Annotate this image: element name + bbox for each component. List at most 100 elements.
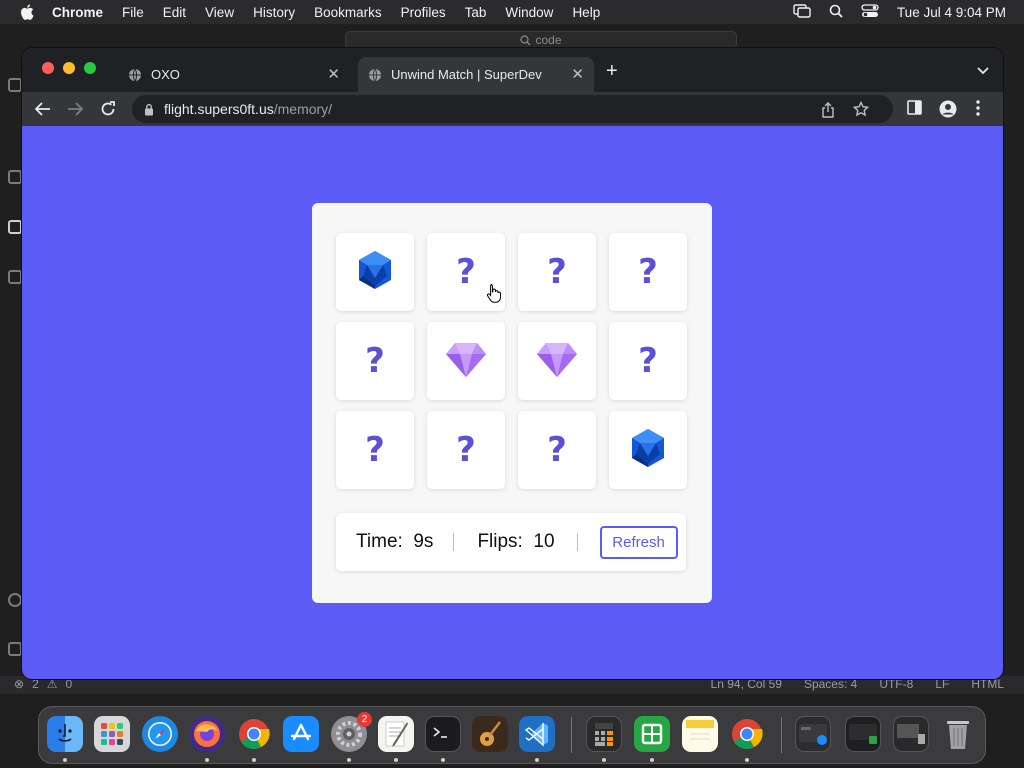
- memory-card[interactable]: ?: [518, 233, 596, 311]
- warning-count[interactable]: 0: [66, 677, 73, 691]
- card-hidden-question-mark: ?: [456, 430, 476, 470]
- calculator-window-thumbnail-icon[interactable]: [893, 716, 929, 752]
- memory-card[interactable]: [518, 322, 596, 400]
- address-bar[interactable]: flight.supers0ft.us/memory/: [132, 95, 893, 123]
- terminal-icon[interactable]: [425, 716, 461, 752]
- forward-arrow-icon[interactable]: [66, 100, 84, 118]
- launchpad-icon[interactable]: [94, 716, 130, 752]
- tab-oxo[interactable]: OXO ✕: [118, 57, 350, 92]
- warning-icon[interactable]: ⚠: [47, 677, 58, 691]
- calculator-icon[interactable]: [586, 716, 622, 752]
- firefox-icon[interactable]: [189, 716, 225, 752]
- status-language[interactable]: HTML: [971, 677, 1004, 691]
- lock-icon[interactable]: [144, 103, 154, 116]
- browser-toolbar: flight.supers0ft.us/memory/: [22, 92, 1003, 126]
- numbers-window-thumbnail-icon[interactable]: [845, 716, 881, 752]
- running-indicator: [602, 758, 606, 762]
- extensions-icon[interactable]: [8, 270, 22, 284]
- bookmark-star-icon[interactable]: [852, 100, 870, 120]
- card-hidden-question-mark: ?: [547, 252, 567, 292]
- garageband-guitar-icon[interactable]: [472, 716, 508, 752]
- tab-unwind-match[interactable]: Unwind Match | SuperDev ✕: [358, 57, 594, 92]
- hand-cursor-icon: [486, 284, 501, 303]
- url-path: /memory/: [273, 101, 333, 117]
- dock-divider: [571, 717, 572, 753]
- purple-diamond-icon: [444, 339, 488, 384]
- flips-value: 10: [533, 531, 555, 552]
- menu-bookmarks[interactable]: Bookmarks: [314, 5, 382, 20]
- tab-search-chevron-icon[interactable]: [977, 62, 989, 80]
- dock-divider: [781, 717, 782, 753]
- memory-card[interactable]: ?: [609, 233, 687, 311]
- finder-icon[interactable]: [47, 716, 83, 752]
- debug-icon[interactable]: [8, 220, 22, 234]
- search-icon: [520, 34, 531, 45]
- minimize-window-button[interactable]: [63, 62, 75, 74]
- menu-profiles[interactable]: Profiles: [401, 5, 446, 20]
- errors-icon[interactable]: ⊗: [14, 677, 24, 691]
- explorer-icon[interactable]: [8, 78, 22, 92]
- apple-menu-icon[interactable]: [18, 0, 36, 24]
- new-tab-plus-icon[interactable]: +: [606, 60, 618, 83]
- menu-view[interactable]: View: [205, 5, 234, 20]
- close-tab-icon[interactable]: ✕: [327, 65, 340, 83]
- textedit-icon[interactable]: [378, 716, 414, 752]
- screen-mirroring-icon[interactable]: [793, 3, 811, 21]
- status-line-ending[interactable]: LF: [935, 677, 949, 691]
- manage-gear-icon[interactable]: [8, 642, 22, 656]
- source-control-icon[interactable]: [8, 170, 22, 184]
- reload-icon[interactable]: [99, 100, 117, 118]
- menu-clock[interactable]: Tue Jul 4 9:04 PM: [897, 5, 1006, 20]
- running-indicator: [347, 758, 351, 762]
- chrome-icon[interactable]: [236, 716, 272, 752]
- back-arrow-icon[interactable]: [34, 100, 52, 118]
- menu-app-name[interactable]: Chrome: [52, 5, 103, 20]
- chrome-icon[interactable]: [729, 716, 765, 752]
- zoom-window-button[interactable]: [84, 62, 96, 74]
- close-tab-icon[interactable]: ✕: [571, 65, 584, 83]
- menu-window[interactable]: Window: [505, 5, 553, 20]
- share-icon[interactable]: [821, 102, 835, 121]
- vscode-icon[interactable]: [519, 716, 555, 752]
- globe-icon: [129, 68, 141, 81]
- running-indicator: [650, 758, 654, 762]
- memory-card[interactable]: [609, 411, 687, 489]
- close-window-button[interactable]: [42, 62, 54, 74]
- running-indicator: [394, 758, 398, 762]
- menu-history[interactable]: History: [253, 5, 295, 20]
- side-panel-icon[interactable]: [907, 100, 922, 120]
- account-icon[interactable]: [8, 593, 22, 607]
- system-settings-gear-icon[interactable]: 2: [331, 712, 372, 752]
- app-store-icon[interactable]: [283, 716, 319, 752]
- menu-edit[interactable]: Edit: [163, 5, 186, 20]
- memory-card[interactable]: [336, 233, 414, 311]
- status-cursor-position[interactable]: Ln 94, Col 59: [711, 677, 782, 691]
- status-encoding[interactable]: UTF-8: [879, 677, 913, 691]
- spotlight-search-icon[interactable]: [829, 4, 843, 21]
- card-hidden-question-mark: ?: [638, 252, 658, 292]
- editor-command-search[interactable]: code: [345, 31, 737, 49]
- menu-help[interactable]: Help: [572, 5, 600, 20]
- page-viewport: ???????? Time: 9s Flips: 10 Refresh: [22, 126, 1003, 679]
- blue-gem-icon: [626, 426, 670, 475]
- memory-card[interactable]: ?: [336, 411, 414, 489]
- notes-icon[interactable]: [682, 716, 718, 752]
- menu-file[interactable]: File: [122, 5, 144, 20]
- refresh-button[interactable]: Refresh: [599, 525, 678, 559]
- memory-card[interactable]: ?: [518, 411, 596, 489]
- status-indentation[interactable]: Spaces: 4: [804, 677, 857, 691]
- browser-menu-kebab-icon[interactable]: [976, 100, 980, 121]
- safari-icon[interactable]: [142, 716, 178, 752]
- memory-card[interactable]: ?: [427, 411, 505, 489]
- memory-card[interactable]: ?: [336, 322, 414, 400]
- profile-avatar-icon[interactable]: [939, 100, 957, 123]
- memory-card[interactable]: ?: [609, 322, 687, 400]
- app-store-window-thumbnail-icon[interactable]: [795, 716, 831, 752]
- numbers-icon[interactable]: [634, 716, 670, 752]
- menu-tab[interactable]: Tab: [465, 5, 487, 20]
- error-count[interactable]: 2: [32, 677, 39, 691]
- memory-card[interactable]: [427, 322, 505, 400]
- trash-icon[interactable]: [940, 716, 976, 752]
- flips-label: Flips:: [477, 531, 523, 552]
- control-center-icon[interactable]: [861, 3, 879, 21]
